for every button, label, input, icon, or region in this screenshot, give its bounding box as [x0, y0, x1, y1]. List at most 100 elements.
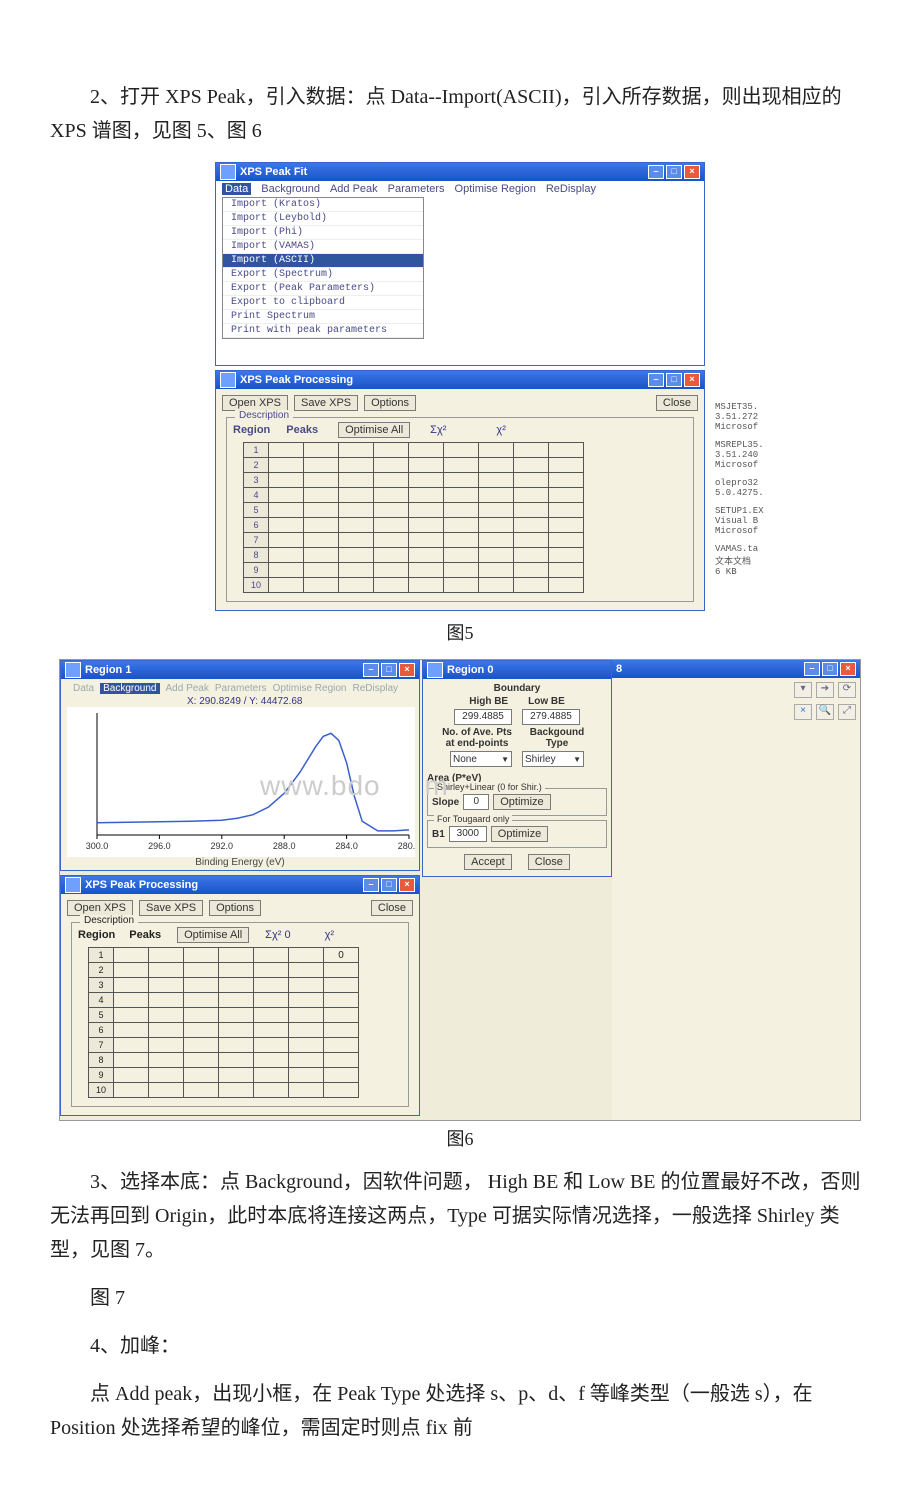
minimize-icon[interactable]: –	[804, 662, 820, 676]
expand-icon[interactable]: ⤢	[838, 704, 856, 720]
menu-item-export-params[interactable]: Export (Peak Parameters)	[223, 282, 423, 296]
go-icon[interactable]: ➔	[816, 682, 834, 698]
menu-optimise[interactable]: Optimise Region	[455, 183, 536, 195]
maximize-icon[interactable]: □	[381, 663, 397, 677]
row-3[interactable]: 3	[244, 473, 269, 488]
row-1[interactable]: 1	[244, 443, 269, 458]
menu-item-import-leybold[interactable]: Import (Leybold)	[223, 212, 423, 226]
menu-data[interactable]: Data	[222, 183, 251, 195]
menu-item-export-spectrum[interactable]: Export (Spectrum)	[223, 268, 423, 282]
menu-parameters[interactable]: Parameters	[388, 183, 445, 195]
row-1[interactable]: 1	[89, 948, 114, 963]
close-button[interactable]: Close	[656, 395, 698, 411]
menu-item-import-ascii[interactable]: Import (ASCII)	[223, 254, 423, 268]
row-6[interactable]: 6	[89, 1023, 114, 1038]
maximize-icon[interactable]: □	[666, 373, 682, 387]
minimize-icon[interactable]: –	[363, 878, 379, 892]
low-be-input[interactable]: 279.4885	[522, 709, 580, 725]
menu-background[interactable]: Background	[100, 683, 159, 694]
figure-6: Region 1 – □ × Data Background	[59, 659, 861, 1121]
minimize-icon[interactable]: –	[648, 373, 664, 387]
search-icon[interactable]: 🔍	[816, 704, 834, 720]
row-2[interactable]: 2	[89, 963, 114, 978]
open-xps-button[interactable]: Open XPS	[67, 900, 133, 916]
menu-background[interactable]: Background	[261, 183, 320, 195]
menu-item-export-clipboard[interactable]: Export to clipboard	[223, 296, 423, 310]
high-be-label: High BE	[469, 696, 508, 707]
row-10[interactable]: 10	[89, 1083, 114, 1098]
maximize-icon[interactable]: □	[822, 662, 838, 676]
save-xps-button[interactable]: Save XPS	[139, 900, 203, 916]
menu-add-peak[interactable]: Add Peak	[330, 183, 378, 195]
titlebar-region[interactable]: Region 1 – □ ×	[61, 661, 419, 679]
accept-button[interactable]: Accept	[464, 854, 512, 870]
maximize-icon[interactable]: □	[666, 165, 682, 179]
close-icon[interactable]: ×	[399, 878, 415, 892]
menu-add-peak[interactable]: Add Peak	[166, 683, 209, 694]
row-6[interactable]: 6	[244, 518, 269, 533]
optimise-all-button[interactable]: Optimise All	[177, 927, 249, 943]
optimize-button[interactable]: Optimize	[491, 826, 548, 842]
row-7[interactable]: 7	[244, 533, 269, 548]
optimise-all-button[interactable]: Optimise All	[338, 422, 410, 438]
save-xps-button[interactable]: Save XPS	[294, 395, 358, 411]
sum-chi2-label-2: Σχ² 0	[265, 929, 290, 941]
options-button[interactable]: Options	[209, 900, 261, 916]
region-table: 1 2 3 4 5 6 7 8 9 10	[243, 442, 584, 593]
menu-redisplay[interactable]: ReDisplay	[546, 183, 596, 195]
row-5[interactable]: 5	[89, 1008, 114, 1023]
titlebar-proc-2[interactable]: XPS Peak Processing – □ ×	[61, 876, 419, 894]
maximize-icon[interactable]: □	[381, 878, 397, 892]
menu-optimise[interactable]: Optimise Region	[273, 683, 347, 694]
close-icon[interactable]: ×	[684, 165, 700, 179]
row-7[interactable]: 7	[89, 1038, 114, 1053]
window-xps-peak-processing: XPS Peak Processing – □ × Open XPS Save …	[215, 370, 705, 611]
menu-item-import-vamas[interactable]: Import (VAMAS)	[223, 240, 423, 254]
close-icon[interactable]: ×	[399, 663, 415, 677]
dropdown-icon[interactable]: ▾	[794, 682, 812, 698]
row-2[interactable]: 2	[244, 458, 269, 473]
row-9[interactable]: 9	[244, 563, 269, 578]
refresh-icon[interactable]: ⟳	[838, 682, 856, 698]
b1-input[interactable]: 3000	[449, 826, 487, 842]
menu-item-print-params[interactable]: Print with peak parameters	[223, 324, 423, 338]
high-be-input[interactable]: 299.4885	[454, 709, 512, 725]
row-9[interactable]: 9	[89, 1068, 114, 1083]
menu-item-import-kratos[interactable]: Import (Kratos)	[223, 198, 423, 212]
close-panel-icon[interactable]: ×	[794, 704, 812, 720]
menu-item-import-phi[interactable]: Import (Phi)	[223, 226, 423, 240]
row-10[interactable]: 10	[244, 578, 269, 593]
optimize-button[interactable]: Optimize	[493, 794, 550, 810]
titlebar-bg[interactable]: Region 0	[423, 661, 611, 679]
menu-data[interactable]: Data	[73, 683, 94, 694]
row-3[interactable]: 3	[89, 978, 114, 993]
row-8[interactable]: 8	[244, 548, 269, 563]
close-button[interactable]: Close	[371, 900, 413, 916]
titlebar-proc[interactable]: XPS Peak Processing – □ ×	[216, 371, 704, 389]
close-icon[interactable]: ×	[684, 373, 700, 387]
row-8[interactable]: 8	[89, 1053, 114, 1068]
menu-parameters[interactable]: Parameters	[215, 683, 267, 694]
menu-item-print-spectrum[interactable]: Print Spectrum	[223, 310, 423, 324]
tougaard-legend: For Tougaard only	[434, 814, 512, 824]
titlebar-fit[interactable]: XPS Peak Fit – □ ×	[216, 163, 704, 181]
peaks-label-2: Peaks	[129, 929, 161, 941]
minimize-icon[interactable]: –	[363, 663, 379, 677]
minimize-icon[interactable]: –	[648, 165, 664, 179]
paragraph-3: 3、选择本底：点 Background，因软件问题， High BE 和 Low…	[50, 1165, 870, 1267]
menu-dropdown[interactable]: Import (Kratos) Import (Leybold) Import …	[222, 197, 424, 339]
caption-6: 图6	[50, 1125, 870, 1151]
description-label-2: Description	[80, 915, 138, 926]
cursor-coord: X: 290.8249 / Y: 44472.68	[67, 696, 413, 707]
row-4[interactable]: 4	[244, 488, 269, 503]
close-icon[interactable]: ×	[840, 662, 856, 676]
row-5[interactable]: 5	[244, 503, 269, 518]
row-4[interactable]: 4	[89, 993, 114, 1008]
avg-pts-select[interactable]: None▼	[450, 751, 512, 767]
close-button[interactable]: Close	[528, 854, 570, 870]
menu-redisplay[interactable]: ReDisplay	[352, 683, 398, 694]
options-button[interactable]: Options	[364, 395, 416, 411]
slope-input[interactable]: 0	[463, 794, 489, 810]
bg-type-select[interactable]: Shirley▼	[522, 751, 584, 767]
open-xps-button[interactable]: Open XPS	[222, 395, 288, 411]
